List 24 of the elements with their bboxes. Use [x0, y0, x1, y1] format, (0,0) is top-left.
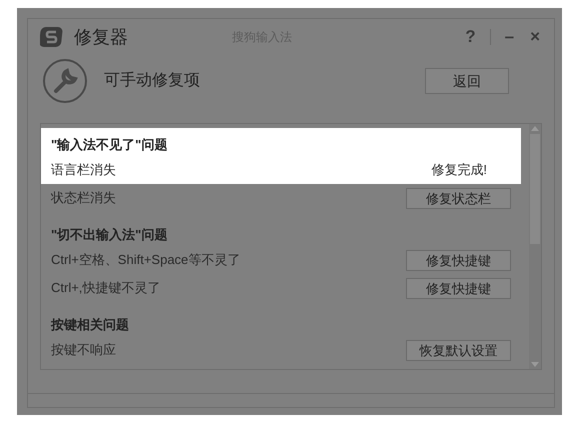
section-title: 可手动修复项 — [104, 70, 200, 91]
scroll-down-icon[interactable] — [530, 361, 540, 369]
status-text: 修复完成! — [431, 161, 487, 180]
repair-button[interactable]: 修复状态栏 — [406, 188, 511, 208]
issue-label: 按键不响应 — [51, 341, 116, 360]
issue-label: 语言栏消失 — [51, 161, 116, 180]
window-control[interactable]: ? — [463, 24, 478, 50]
window-title: 修复器 — [74, 26, 128, 48]
scroll-up-icon[interactable] — [530, 124, 540, 132]
section-heading: 按键相关问题 — [51, 316, 129, 334]
window-control[interactable]: × — [528, 24, 542, 50]
scrollbar[interactable] — [529, 124, 541, 369]
repair-button[interactable]: 修复快捷键 — [406, 250, 511, 270]
issue-label: 状态栏消失 — [51, 189, 116, 208]
window-control[interactable]: – — [502, 24, 516, 50]
back-button[interactable]: 返回 — [425, 68, 509, 94]
logo-icon — [40, 26, 64, 48]
repair-button[interactable]: 修复快捷键 — [406, 278, 511, 298]
section-heading: "切不出输入法"问题 — [51, 226, 168, 244]
repair-button[interactable]: 恢复默认设置 — [406, 340, 511, 360]
issue-label: Ctrl+,快捷键不灵了 — [51, 279, 160, 298]
wrench-icon — [42, 58, 88, 104]
issue-label: Ctrl+空格、Shift+Space等不灵了 — [51, 251, 240, 270]
section-heading: "输入法不见了"问题 — [51, 136, 168, 154]
